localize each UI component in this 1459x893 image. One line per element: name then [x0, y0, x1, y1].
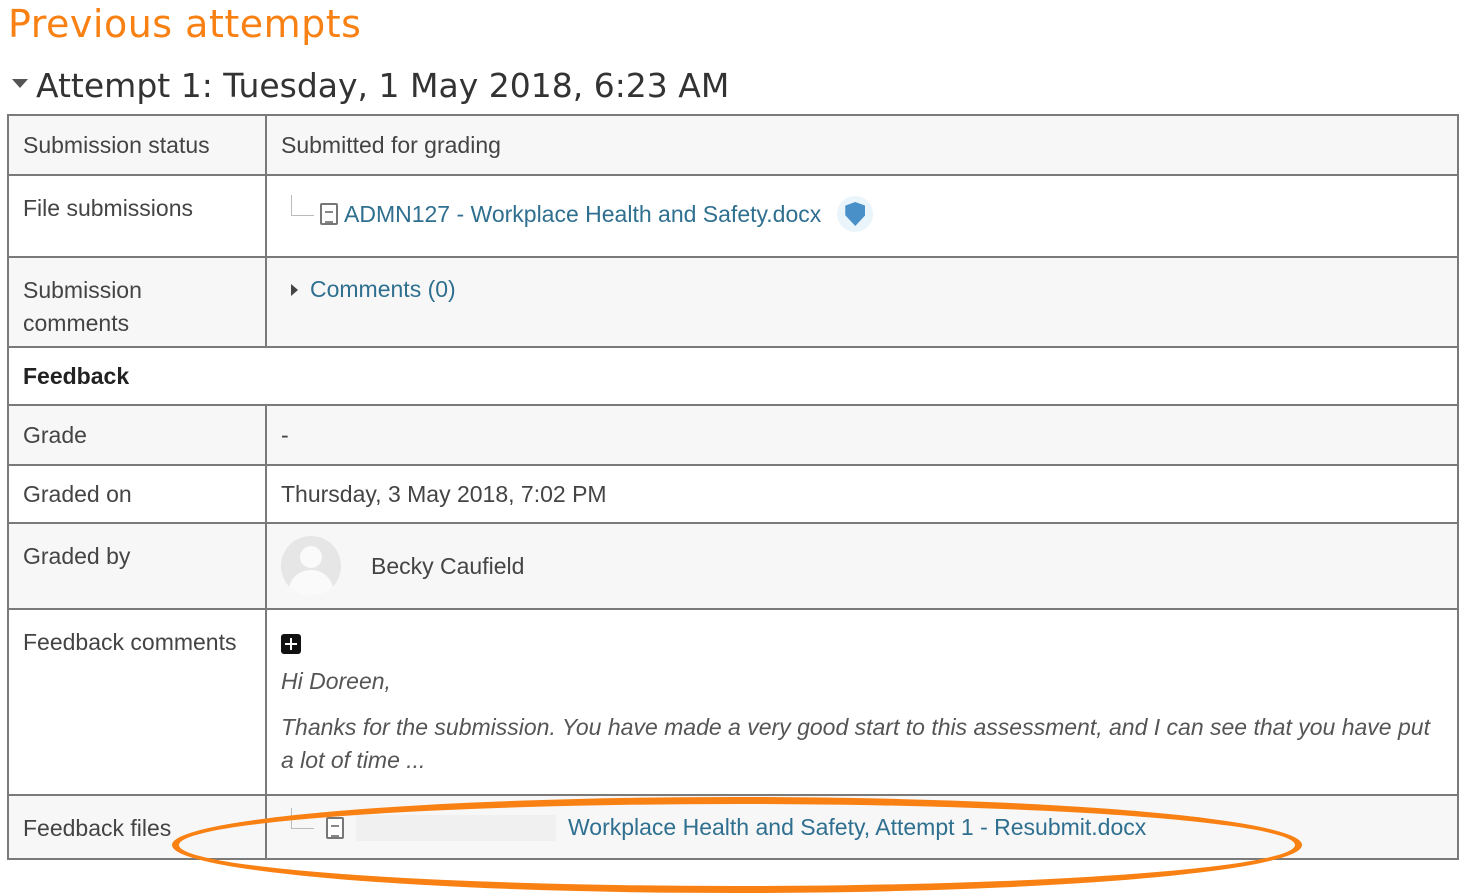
- caret-right-icon: [291, 283, 298, 296]
- submission-status-label: Submission status: [7, 114, 267, 176]
- table-row: Feedback comments Hi Doreen, Thanks for …: [7, 608, 1459, 796]
- submission-table: Submission status Submitted for grading …: [7, 114, 1459, 860]
- table-row: Submission status Submitted for grading: [7, 114, 1459, 176]
- table-row: Feedback files Workplace Health and Safe…: [7, 794, 1459, 860]
- graded-on-label: Graded on: [7, 464, 267, 524]
- expand-plus-icon[interactable]: [281, 634, 301, 654]
- feedback-text: Thanks for the submission. You have made…: [281, 714, 1430, 773]
- feedback-greeting: Hi Doreen,: [281, 668, 391, 694]
- submitted-file-link[interactable]: ADMN127 - Workplace Health and Safety.do…: [344, 201, 821, 228]
- feedback-heading: Feedback: [7, 346, 1459, 406]
- file-submission-item: ADMN127 - Workplace Health and Safety.do…: [281, 176, 1443, 232]
- table-row: Grade -: [7, 404, 1459, 466]
- blank-area: [356, 814, 556, 841]
- feedback-files-label: Feedback files: [23, 815, 172, 841]
- feedback-file-item: Workplace Health and Safety, Attempt 1 -…: [281, 796, 1443, 841]
- grade-label: Grade: [7, 404, 267, 466]
- attempt-toggle[interactable]: Attempt 1: Tuesday, 1 May 2018, 6:23 AM: [12, 62, 729, 108]
- grade-value: -: [265, 404, 1459, 466]
- table-row: Graded by Becky Caufield: [7, 522, 1459, 610]
- grader-info: Becky Caufield: [281, 524, 1443, 596]
- table-row: Graded on Thursday, 3 May 2018, 7:02 PM: [7, 464, 1459, 524]
- file-submissions-label: File submissions: [23, 195, 193, 221]
- page-heading: Previous attempts: [8, 2, 362, 46]
- comments-toggle[interactable]: Comments (0): [281, 258, 1443, 303]
- grader-name: Becky Caufield: [371, 552, 525, 579]
- feedback-comments-label: Feedback comments: [23, 629, 237, 655]
- graded-on-value: Thursday, 3 May 2018, 7:02 PM: [265, 464, 1459, 524]
- tree-connector: [291, 808, 314, 829]
- avatar: [281, 536, 341, 596]
- caret-down-icon: [12, 78, 28, 88]
- table-row: Feedback: [7, 346, 1459, 406]
- document-icon: [326, 816, 344, 839]
- attempt-title: Attempt 1: Tuesday, 1 May 2018, 6:23 AM: [36, 65, 730, 105]
- feedback-file-link[interactable]: Workplace Health and Safety, Attempt 1 -…: [568, 814, 1146, 841]
- document-icon: [320, 203, 338, 225]
- tree-connector: [291, 194, 314, 216]
- comments-link[interactable]: Comments (0): [310, 276, 456, 303]
- graded-by-label: Graded by: [23, 543, 131, 569]
- submission-status-value: Submitted for grading: [265, 114, 1459, 176]
- shield-icon[interactable]: [837, 196, 874, 232]
- table-row: File submissions ADMN127 - Workplace Hea…: [7, 174, 1459, 258]
- submission-comments-label: Submission comments: [23, 277, 142, 336]
- table-row: Submission comments Comments (0): [7, 256, 1459, 348]
